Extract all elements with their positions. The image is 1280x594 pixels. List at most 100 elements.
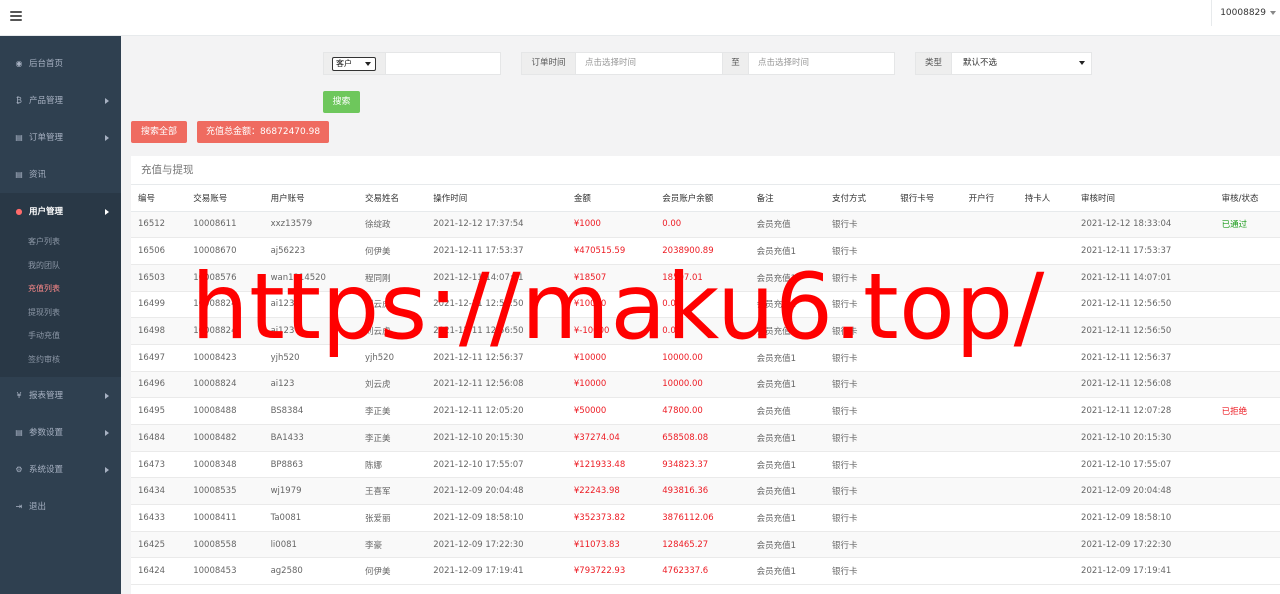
sidebar-item-5[interactable]: ¥ 报表管理 <box>0 377 121 414</box>
table-header-row: 编号 交易账号 用户账号 交易姓名 操作时间 金额 会员账户余额 备注 支付方式 银行卡号 开户行持… <box>131 185 1280 212</box>
sidebar-subitem-3[interactable]: 提现列表 <box>0 301 121 325</box>
table-cell: 10000.00 <box>655 371 750 399</box>
recharge-total-button[interactable]: 充值总金额：86872470.98 <box>197 121 329 143</box>
table-cell: 16497 <box>131 344 187 372</box>
table-row: 16503 10008576 wan1314520 程同刚 2021-12-11 14:… <box>131 264 1280 292</box>
table-cell <box>1214 557 1280 586</box>
table-cell: 银行卡 <box>824 371 894 399</box>
recharge-table: 编号 交易账号 用户账号 交易姓名 操作时间 金额 会员账户余额 备注 支付方式 银行卡号 开户行持… <box>131 185 1280 586</box>
table-cell <box>893 211 962 239</box>
table-row: 16424 10008453 ag2580 何伊美 2021-12-09 17:19:4… <box>131 557 1280 586</box>
type-label: 类型 <box>916 53 952 74</box>
table-cell: ¥121933.48 <box>566 451 656 479</box>
start-time-input[interactable]: 点击选择时间 <box>577 53 722 74</box>
type-select[interactable]: 默认不选 <box>953 53 1091 74</box>
table-cell: 16433 <box>131 504 187 532</box>
table-cell <box>961 317 1018 345</box>
customer-select[interactable]: 客户 <box>332 57 376 71</box>
sidebar-item-1[interactable]: ₿ 产品管理 <box>0 82 121 119</box>
table-cell: 0.00 <box>655 291 750 319</box>
order-time-label: 订单时间 <box>522 53 576 74</box>
table-cell: 会员充值1 <box>749 371 825 399</box>
table-cell <box>961 237 1018 265</box>
customer-search-input[interactable] <box>387 53 500 74</box>
table-cell <box>1214 504 1280 532</box>
table-cell: wj1979 <box>263 477 358 506</box>
table-row: 16498 10008824 ai123 刘云虎 2021-12-11 12:56:50… <box>131 317 1280 345</box>
table-cell: Ta0081 <box>263 504 358 532</box>
sidebar-subitem-4[interactable]: 手动充值 <box>0 324 121 348</box>
table-cell: 10008488 <box>186 397 264 425</box>
sidebar-subitem-1[interactable]: 我的团队 <box>0 254 121 278</box>
table-cell: 银行卡 <box>824 237 894 265</box>
table-cell: ai123 <box>263 317 358 345</box>
table-cell: 16434 <box>131 477 187 506</box>
search-all-button[interactable]: 搜索全部 <box>131 121 187 143</box>
table-cell <box>1017 264 1075 292</box>
sidebar-subitem-0[interactable]: 客户列表 <box>0 230 121 254</box>
user-management-submenu: 客户列表 我的团队 充值列表 提现列表 手动充值 签约审核 <box>0 230 121 377</box>
table-cell <box>1214 291 1280 319</box>
sidebar-item-3[interactable]: ▤ 资讯 <box>0 156 121 193</box>
table-cell: 2021-12-11 12:56:37 <box>426 344 567 372</box>
table-cell: 会员充值 <box>749 317 825 345</box>
table-cell: ¥-10000 <box>566 317 656 345</box>
sidebar-item-4[interactable]: ● 用户管理 <box>0 193 121 230</box>
top-bar: 10008829 <box>0 0 1280 36</box>
table-cell: 10008611 <box>186 211 264 239</box>
table-cell <box>1017 477 1075 506</box>
table-cell: 2021-12-10 17:55:07 <box>1074 451 1215 479</box>
table-cell: 程同刚 <box>357 264 427 292</box>
sidebar-item-8[interactable]: ⇥ 退出 <box>0 488 121 525</box>
table-cell: 16503 <box>131 264 187 292</box>
sidebar-item-7[interactable]: ⚙ 系统设置 <box>0 451 121 488</box>
sidebar: ◉ 后台首页 ₿ 产品管理 ▤ 订单管理 ▤ 资讯 ● 用户管理 客户列表 我的团队 充值列表 提现列表手… <box>0 36 121 594</box>
chevron-down-icon <box>1079 61 1085 65</box>
table-cell: 徐绽政 <box>357 211 427 239</box>
column-header: 审核/状态 <box>1214 185 1280 212</box>
table-cell: 0.00 <box>655 211 750 239</box>
chevron-right-icon <box>105 467 109 473</box>
table-cell: 刘云虎 <box>357 371 427 399</box>
table-cell: 李正美 <box>357 424 427 452</box>
sidebar-subitem-2[interactable]: 充值列表 <box>0 277 121 301</box>
table-cell: ¥18507 <box>566 264 656 292</box>
table-cell: ¥37274.04 <box>566 424 656 452</box>
sidebar-item-label: 资讯 <box>29 170 47 180</box>
table-cell: 10008576 <box>186 264 264 292</box>
sidebar-item-6[interactable]: ▤ 参数设置 <box>0 414 121 451</box>
table-cell <box>961 344 1018 372</box>
table-cell <box>1214 344 1280 372</box>
end-time-input[interactable]: 点击选择时间 <box>750 53 894 74</box>
hamburger-menu-icon[interactable] <box>10 11 22 21</box>
table-cell: ¥50000 <box>566 397 656 425</box>
table-cell: 何伊美 <box>357 237 427 265</box>
table-row: 16434 10008535 wj1979 王喜军 2021-12-09 20:04:4… <box>131 477 1280 506</box>
table-cell: 银行卡 <box>824 531 894 559</box>
table-cell: 2021-12-11 12:56:50 <box>426 317 567 345</box>
table-cell: ¥10000 <box>566 344 656 372</box>
table-cell: 2021-12-10 20:15:30 <box>426 424 567 452</box>
table-cell <box>1017 531 1075 559</box>
column-header: 持卡人 <box>1017 185 1075 212</box>
table-cell <box>1017 557 1075 586</box>
table-row: 16473 10008348 BP8863 陈娜 2021-12-10 17:55:07… <box>131 451 1280 479</box>
sidebar-item-0[interactable]: ◉ 后台首页 <box>0 45 121 82</box>
search-button[interactable]: 搜索 <box>323 91 360 113</box>
table-cell: 银行卡 <box>824 557 894 586</box>
table-cell: 10008482 <box>186 424 264 452</box>
table-cell <box>893 397 962 425</box>
table-cell: 会员充值1 <box>749 237 825 265</box>
table-cell: 16498 <box>131 317 187 345</box>
table-cell <box>893 264 962 292</box>
table-cell: 张爱丽 <box>357 504 427 532</box>
column-header: 支付方式 <box>824 185 894 212</box>
table-cell: 2021-12-10 20:15:30 <box>1074 424 1215 452</box>
sidebar-item-2[interactable]: ▤ 订单管理 <box>0 119 121 156</box>
table-cell: 2021-12-11 12:05:20 <box>426 397 567 425</box>
table-cell <box>961 264 1018 292</box>
user-menu[interactable]: 10008829 <box>1211 0 1280 26</box>
table-cell: 47800.00 <box>655 397 750 425</box>
sidebar-subitem-5[interactable]: 签约审核 <box>0 348 121 372</box>
table-cell: 王喜军 <box>357 477 427 506</box>
